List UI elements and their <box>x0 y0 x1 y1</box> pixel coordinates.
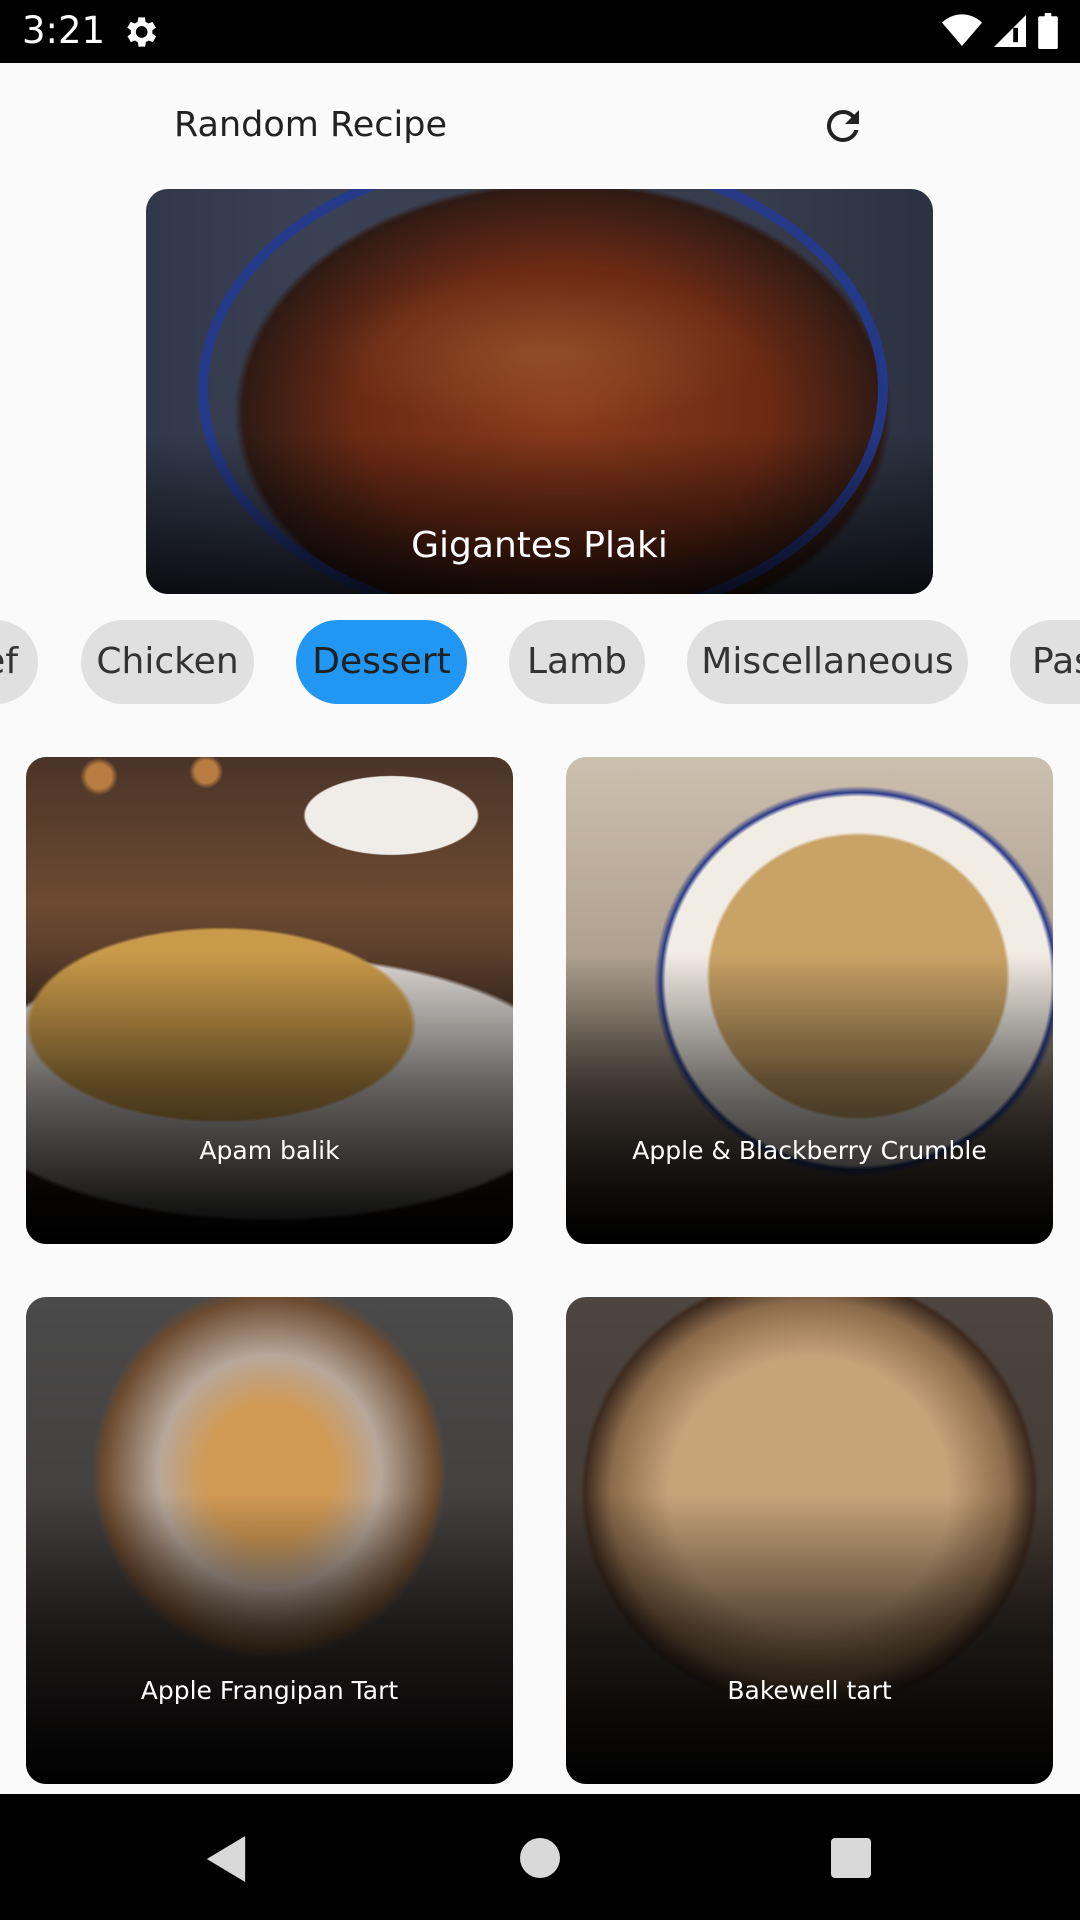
recents-icon[interactable] <box>831 1838 871 1878</box>
battery-icon <box>1038 13 1058 49</box>
category-chip-dessert[interactable]: Dessert <box>296 620 467 704</box>
recipe-card[interactable]: Bakewell tart <box>566 1297 1053 1784</box>
category-chip-lamb[interactable]: Lamb <box>509 620 645 704</box>
category-chips: Beef Chicken Dessert Lamb Miscellaneous … <box>0 620 1080 706</box>
refresh-icon <box>826 109 859 142</box>
home-icon[interactable] <box>520 1838 560 1878</box>
category-chip-beef[interactable]: Beef <box>0 620 38 704</box>
recipe-card[interactable]: Apam balik <box>26 757 513 1244</box>
recipe-card[interactable]: Apple Frangipan Tart <box>26 1297 513 1784</box>
wifi-icon <box>942 14 982 46</box>
random-recipe-card[interactable]: Gigantes Plaki <box>146 189 933 594</box>
recipe-title: Bakewell tart <box>727 1676 892 1705</box>
cellular-signal-icon <box>994 15 1026 47</box>
status-icons <box>942 13 1058 49</box>
recipe-title: Apple & Blackberry Crumble <box>632 1136 987 1165</box>
random-recipe-title: Gigantes Plaki <box>411 525 668 566</box>
recipe-title: Apple Frangipan Tart <box>140 1676 399 1705</box>
page-title: Random Recipe <box>174 105 448 145</box>
category-chip-pasta[interactable]: Pasta <box>1010 620 1080 704</box>
recipe-title: Apam balik <box>199 1136 340 1165</box>
status-time: 3:21 <box>22 9 106 52</box>
category-chip-miscellaneous[interactable]: Miscellaneous <box>687 620 968 704</box>
category-chip-chicken[interactable]: Chicken <box>81 620 254 704</box>
refresh-button[interactable] <box>817 100 869 152</box>
recipe-card[interactable]: Apple & Blackberry Crumble <box>566 757 1053 1244</box>
back-icon[interactable] <box>206 1836 246 1882</box>
gear-icon <box>127 17 157 47</box>
status-bar: 3:21 <box>0 0 1080 63</box>
